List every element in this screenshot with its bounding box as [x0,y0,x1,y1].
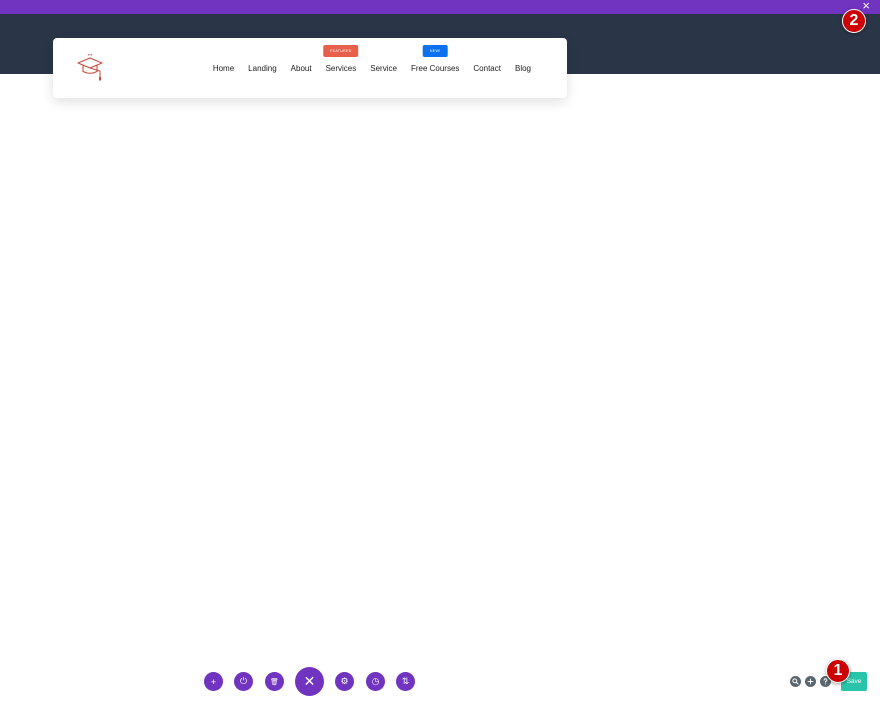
menu-item-contact[interactable]: Contact [473,64,501,73]
menu-item-label: Blog [514,64,531,73]
builder-bottom-toolbar: + ⏻ 🗑 ✕ ⚙ ◷ ⇅ Save [0,666,880,698]
site-header: Home Landing About FEATURED Services Ser… [53,38,567,98]
menu-item-label: Services [325,64,357,73]
menu-item-service[interactable]: Service [370,64,397,73]
page: × Home Landing About FEATURED Services S… [0,0,880,702]
new-badge: NEW! [422,45,448,57]
annotation-marker-1: 1 [826,659,850,683]
menu-item-label: Landing [248,64,277,73]
sort-icon[interactable]: ⇅ [396,672,415,691]
graduation-cap-logo-icon[interactable] [75,54,105,82]
menu-item-free-courses[interactable]: NEW! Free Courses [410,45,460,73]
menu-item-label: Free Courses [410,64,460,73]
featured-badge: FEATURED [323,45,359,57]
menu-item-blog[interactable]: Blog [515,64,531,73]
close-icon[interactable]: × [862,0,870,13]
magnifier-glyph [792,678,799,685]
builder-top-bar: × [0,0,880,14]
menu-item-home[interactable]: Home [213,64,234,73]
trash-icon[interactable]: 🗑 [265,672,284,691]
menu-item-about[interactable]: About [291,64,312,73]
add-icon[interactable]: + [204,672,223,691]
arrows-glyph [807,678,814,685]
history-icon[interactable]: ◷ [366,672,385,691]
annotation-marker-2: 2 [842,9,866,33]
portability-icon[interactable] [805,676,816,687]
settings-icon[interactable]: ⚙ [335,672,354,691]
menu-item-services[interactable]: FEATURED Services [323,45,359,73]
menu-item-label: Home [212,64,235,73]
close-builder-icon[interactable]: ✕ [295,667,324,696]
menu-item-landing[interactable]: Landing [248,64,276,73]
main-menu: Home Landing About FEATURED Services Ser… [213,45,531,73]
menu-item-label: Contact [473,64,501,73]
question-glyph [823,678,828,685]
power-icon[interactable]: ⏻ [234,672,253,691]
search-icon[interactable] [790,676,801,687]
menu-item-label: About [290,64,312,73]
menu-item-label: Service [370,64,397,73]
